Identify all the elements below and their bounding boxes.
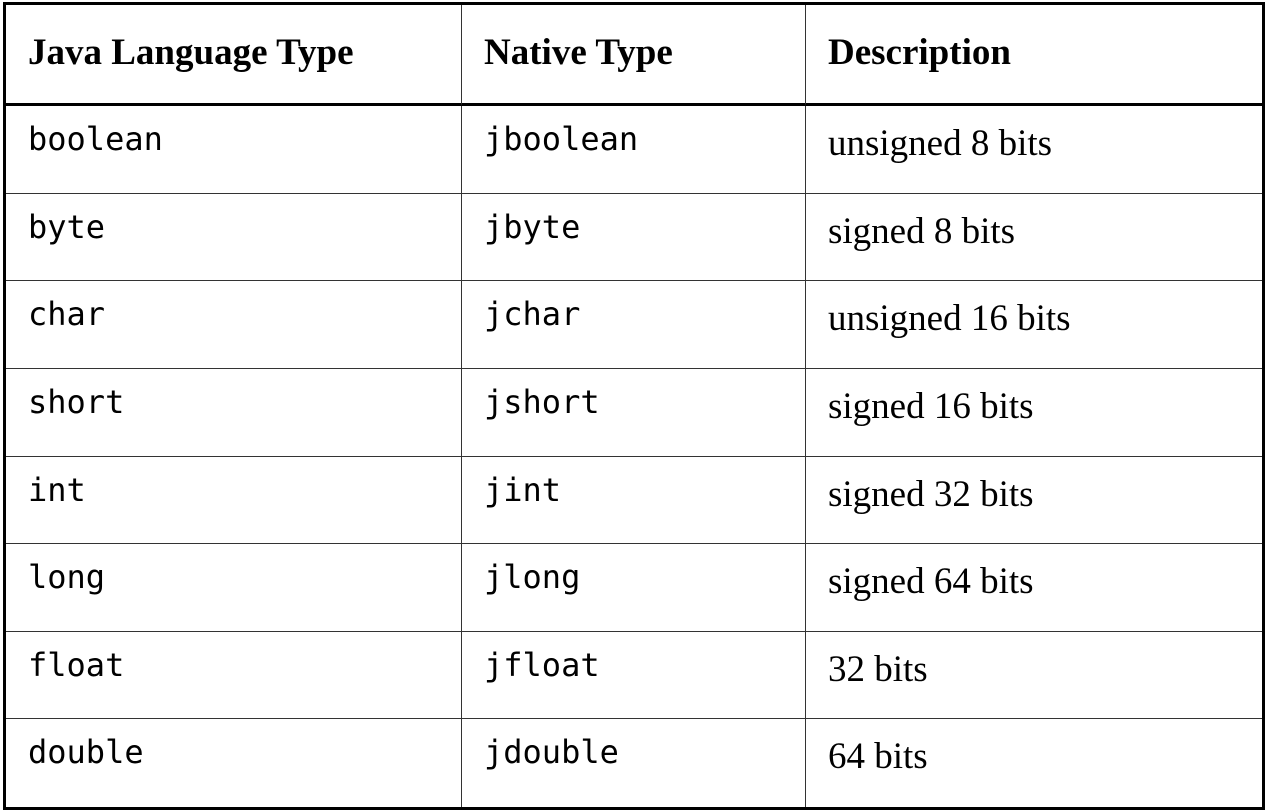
description-cell: signed 64 bits <box>806 544 1262 632</box>
java-type-cell: byte <box>6 193 462 282</box>
header-native-type: Native Type <box>462 5 806 106</box>
header-description: Description <box>806 5 1262 106</box>
java-type-cell: short <box>6 368 462 457</box>
native-type-cell: jchar <box>462 281 806 369</box>
native-type-cell: jshort <box>462 368 806 457</box>
java-type-cell: int <box>6 456 462 545</box>
description-cell: signed 8 bits <box>806 194 1262 282</box>
native-type-cell: jbyte <box>462 193 806 282</box>
description-cell: unsigned 8 bits <box>806 106 1262 194</box>
description-cell: 64 bits <box>828 736 928 778</box>
java-type-cell: boolean <box>6 106 462 194</box>
description-cell: signed 32 bits <box>806 457 1262 545</box>
native-type-cell: jint <box>462 456 806 545</box>
java-type-cell: long <box>6 544 462 632</box>
description-cell: 32 bits <box>806 632 1262 720</box>
java-type-cell: float <box>6 631 462 720</box>
description-cell: signed 16 bits <box>806 369 1262 457</box>
native-type-cell: jboolean <box>462 106 806 194</box>
description-cell: unsigned 16 bits <box>806 281 1262 369</box>
java-type-cell: double <box>6 719 462 807</box>
java-native-type-table: Java Language Type Native Type Descripti… <box>3 2 1265 810</box>
java-type-cell: char <box>6 281 462 369</box>
native-type-cell: jdouble <box>462 719 806 807</box>
header-java-type: Java Language Type <box>6 5 462 106</box>
native-type-cell: jlong <box>462 544 806 632</box>
native-type-cell: jfloat <box>462 631 806 720</box>
